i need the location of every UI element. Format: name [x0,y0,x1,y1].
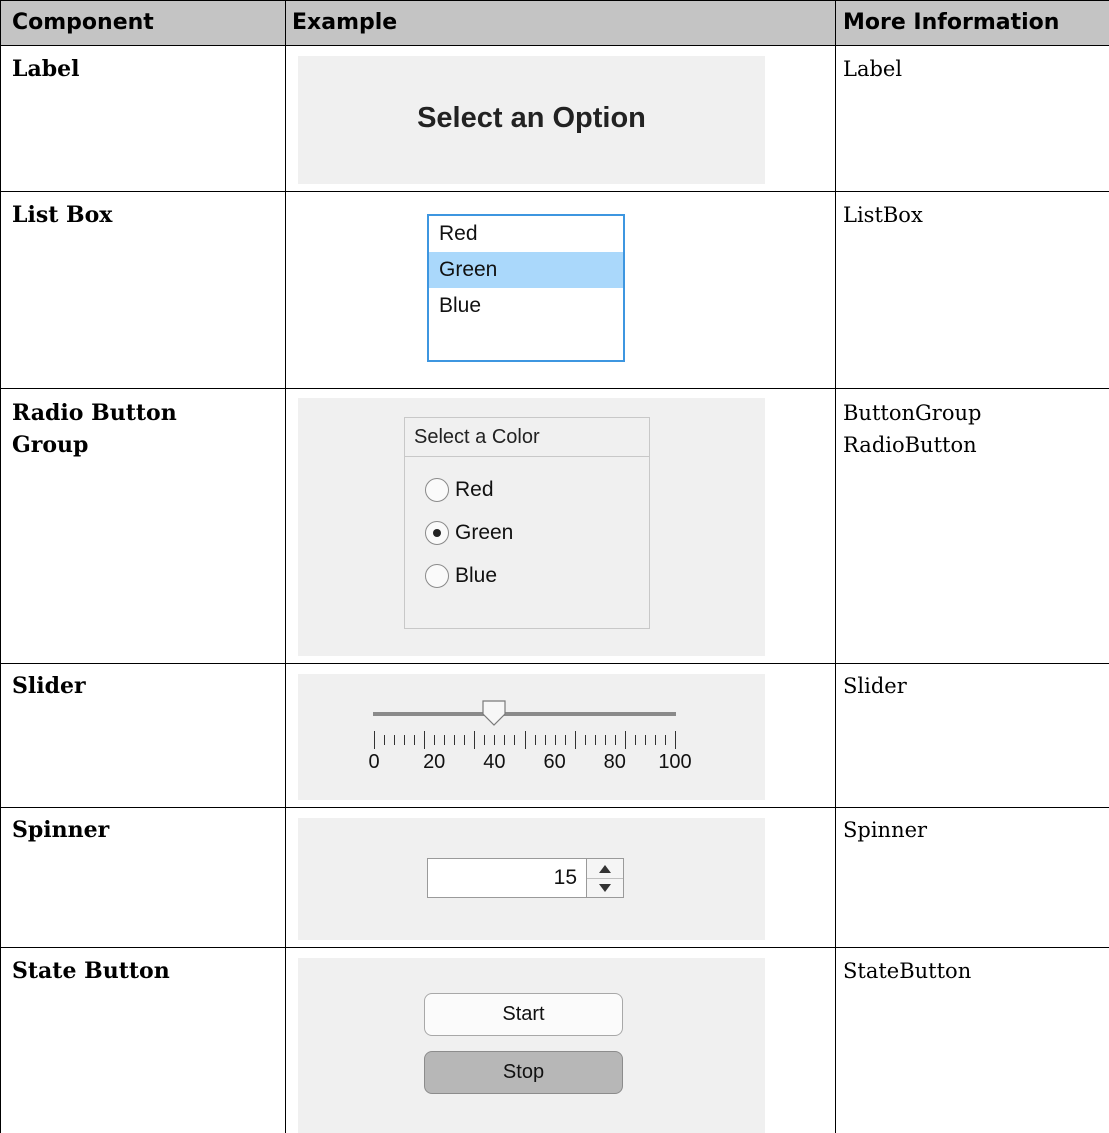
slider-minor-tick [554,735,556,745]
slider-major-tick [524,731,526,749]
info-link-buttongroup[interactable]: ButtonGroup [843,397,981,429]
row-divider [0,191,1109,192]
slider-minor-tick [604,735,606,745]
slider-minor-tick [384,735,386,745]
grid-line-col2 [835,0,836,1133]
slider-major-tick [474,731,476,749]
slider-minor-tick [434,735,436,745]
info-link-statebutton[interactable]: StateButton [843,955,971,987]
component-name-radio-button-group: Radio Button Group [12,397,177,461]
table-header: Component Example More Information [0,0,1109,46]
slider-minor-tick [394,735,396,745]
component-name-slider: Slider [12,673,86,699]
header-component: Component [12,10,154,35]
info-link-listbox[interactable]: ListBox [843,199,923,231]
example-panel [298,674,765,800]
radio-option-red[interactable]: Red [425,475,494,505]
info-link-slider[interactable]: Slider [843,670,907,702]
component-name-line: Radio Button [12,400,177,426]
components-table: Component Example More Information Label… [0,0,1109,1133]
component-name-state-button: State Button [12,958,170,984]
stop-state-button[interactable]: Stop [424,1051,623,1094]
triangle-up-icon [599,864,611,873]
slider-minor-tick [644,735,646,745]
slider-major-tick [374,731,375,749]
spinner-down-button[interactable] [587,878,623,897]
info-link-label[interactable]: Label [843,53,902,85]
listbox-item-red[interactable]: Red [429,216,623,252]
radio-selected-icon[interactable] [425,521,449,546]
component-name-line: Group [12,432,89,458]
slider-minor-tick [544,735,546,745]
grid-line-col1 [285,0,286,1133]
slider-minor-tick [584,735,586,745]
slider-tick-label: 60 [543,751,566,773]
spinner[interactable]: 15 [427,858,624,898]
slider-minor-tick [444,735,446,745]
row-divider [0,807,1109,808]
radio-option-green[interactable]: Green [425,518,513,548]
slider-minor-tick [594,735,596,745]
slider-tick-label: 0 [368,751,380,773]
radio-label: Red [455,478,494,501]
slider-tick-label: 40 [483,751,506,773]
spinner-value[interactable]: 15 [554,859,577,897]
slider-tick-label: 100 [658,751,692,773]
slider-minor-tick [494,735,496,745]
slider-minor-tick [534,735,536,745]
grid-line-left [0,0,1,1133]
slider-minor-tick [614,735,616,745]
slider-major-tick [574,731,576,749]
header-example: Example [292,10,398,35]
slider-minor-tick [654,735,656,745]
info-links-radio: ButtonGroup RadioButton [843,397,981,461]
slider-minor-tick [514,735,516,745]
listbox-item-blue[interactable]: Blue [429,288,623,324]
radio-option-blue[interactable]: Blue [425,561,497,591]
listbox[interactable]: Red Green Blue [427,214,625,362]
start-state-button[interactable]: Start [424,993,623,1036]
slider-tick-label: 20 [423,751,446,773]
slider-minor-tick [484,735,486,745]
slider-thumb-icon[interactable] [482,700,506,726]
example-panel [298,958,765,1133]
component-name-list-box: List Box [12,202,113,228]
spinner-buttons [586,859,623,897]
radio-button-group: Select a Color Red Green Blue [404,417,650,629]
triangle-down-icon [599,883,611,892]
radio-dot-icon [433,529,441,538]
radio-group-title: Select a Color [405,418,649,457]
row-divider [0,947,1109,948]
radio-label: Blue [455,564,498,587]
radio-label: Green [455,521,514,544]
info-link-radiobutton[interactable]: RadioButton [843,429,981,461]
slider-minor-tick [564,735,566,745]
slider-major-tick [624,731,626,749]
slider-minor-tick [454,735,456,745]
listbox-item-green[interactable]: Green [429,252,623,288]
slider-minor-tick [464,735,466,745]
spinner-up-button[interactable] [587,859,623,879]
slider-minor-tick [404,735,406,745]
radio-circle-icon[interactable] [425,478,449,503]
radio-circle-icon[interactable] [425,564,449,589]
header-more-information: More Information [843,10,1060,35]
slider-minor-tick [414,735,416,745]
label-example-text: Select an Option [417,102,646,134]
info-link-spinner[interactable]: Spinner [843,814,927,846]
slider-major-tick [675,731,676,749]
slider-tick-label: 80 [603,751,626,773]
slider-minor-tick [634,735,636,745]
component-name-spinner: Spinner [12,817,110,843]
component-name-label: Label [12,56,80,82]
slider-minor-tick [504,735,506,745]
slider-major-tick [424,731,426,749]
slider-minor-tick [664,735,666,745]
row-divider [0,388,1109,389]
slider-track[interactable] [373,712,676,716]
row-divider [0,663,1109,664]
